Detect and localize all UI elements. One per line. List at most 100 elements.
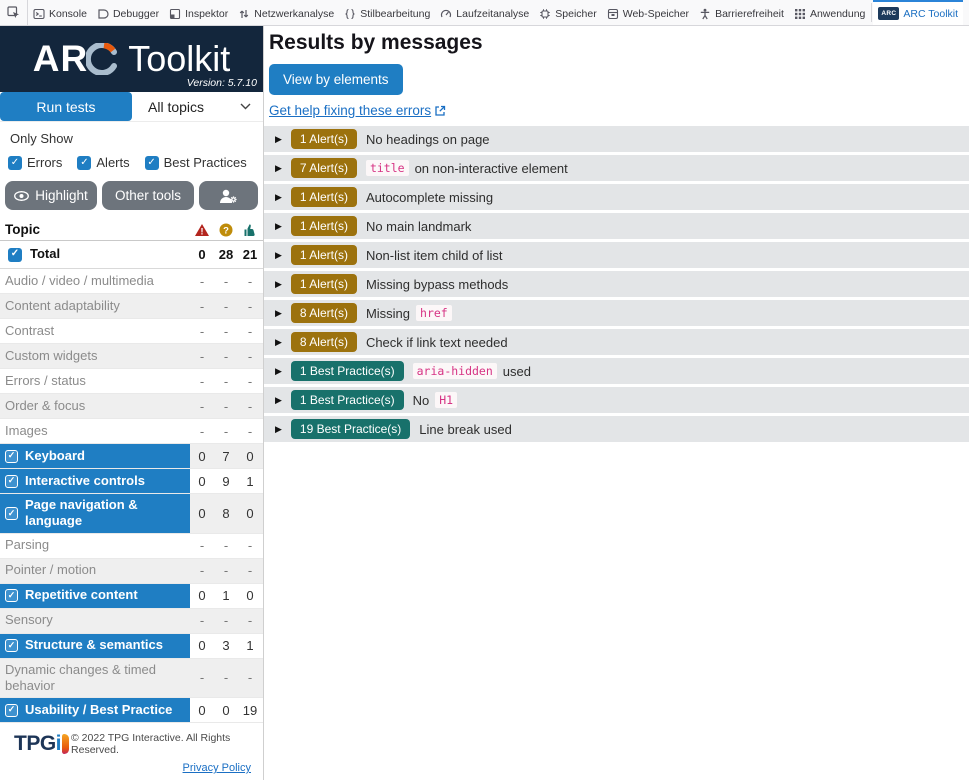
alerts-count: - — [214, 534, 238, 558]
topic-row-usability[interactable]: ✓Usability / Best Practice 0 0 19 — [0, 698, 263, 723]
message-row[interactable]: ▶ 1 Alert(s) Non-list item child of list — [264, 242, 969, 268]
expand-arrow-icon[interactable]: ▶ — [275, 308, 282, 319]
tab-arc-toolkit[interactable]: ARC ARC Toolkit — [873, 0, 963, 25]
message-row[interactable]: ▶ 1 Alert(s) No main landmark — [264, 213, 969, 239]
expand-arrow-icon[interactable]: ▶ — [275, 250, 282, 261]
tab-memory[interactable]: Speicher — [534, 0, 601, 25]
expand-arrow-icon[interactable]: ▶ — [275, 163, 282, 174]
tab-performance[interactable]: Laufzeitanalyse — [435, 0, 534, 25]
expand-arrow-icon[interactable]: ▶ — [275, 337, 282, 348]
expand-arrow-icon[interactable]: ▶ — [275, 424, 282, 435]
message-row[interactable]: ▶ 1 Alert(s) Missing bypass methods — [264, 271, 969, 297]
topic-label: Usability / Best Practice — [25, 702, 172, 718]
message-row[interactable]: ▶ 1 Best Practice(s) No H1 — [264, 387, 969, 413]
message-row[interactable]: ▶ 8 Alert(s) Missing href — [264, 300, 969, 326]
topic-row[interactable]: Custom widgets - - - — [0, 344, 263, 369]
alert-badge: 1 Alert(s) — [291, 274, 357, 294]
alert-badge: 1 Alert(s) — [291, 129, 357, 149]
topic-row-structure-semantics[interactable]: ✓Structure & semantics 0 3 1 — [0, 634, 263, 659]
message-row[interactable]: ▶ 1 Best Practice(s) aria-hidden used — [264, 358, 969, 384]
best-practice-badge: 19 Best Practice(s) — [291, 419, 410, 439]
best-practice-badge: 1 Best Practice(s) — [291, 361, 404, 381]
tab-inspector[interactable]: Inspektor — [164, 0, 233, 25]
message-text: Line break used — [419, 422, 512, 437]
topic-row[interactable]: Parsing - - - — [0, 534, 263, 559]
topic-table: ✓ Total 0 28 21 Audio / video / multimed… — [0, 241, 263, 723]
gauge-icon — [440, 8, 452, 20]
topic-table-header: Topic ! ? — [0, 219, 263, 241]
message-row[interactable]: ▶ 7 Alert(s) title on non-interactive el… — [264, 155, 969, 181]
topic-label: Sensory — [5, 612, 53, 628]
filter-label: Best Practices — [164, 155, 247, 170]
tab-style-editor[interactable]: Stilbearbeitung — [339, 0, 435, 25]
topic-row[interactable]: Order & focus - - - — [0, 394, 263, 419]
tab-label: Debugger — [113, 8, 159, 20]
best-count: 21 — [238, 241, 262, 268]
storage-icon — [607, 8, 619, 20]
topic-row-keyboard[interactable]: ✓Keyboard 0 7 0 — [0, 444, 263, 469]
topic-row[interactable]: Sensory - - - — [0, 609, 263, 634]
expand-arrow-icon[interactable]: ▶ — [275, 134, 282, 145]
topic-label: Pointer / motion — [5, 562, 96, 578]
tab-debugger[interactable]: Debugger — [92, 0, 164, 25]
alerts-count: 0 — [214, 698, 238, 722]
inspector-icon — [169, 8, 181, 20]
expand-arrow-icon[interactable]: ▶ — [275, 366, 282, 377]
alerts-count: - — [214, 419, 238, 443]
svg-text:!: ! — [201, 226, 204, 236]
topic-row-interactive-controls[interactable]: ✓Interactive controls 0 9 1 — [0, 469, 263, 494]
filter-best-practices[interactable]: ✓ Best Practices — [145, 155, 247, 170]
best-count: 0 — [238, 444, 262, 468]
errors-count: 0 — [190, 634, 214, 658]
message-text: Check if link text needed — [366, 335, 508, 350]
best-count: - — [238, 419, 262, 443]
topic-row-total[interactable]: ✓ Total 0 28 21 — [0, 241, 263, 269]
user-settings-button[interactable] — [199, 181, 258, 210]
topic-row[interactable]: Images - - - — [0, 419, 263, 444]
version-label: Version: 5.7.10 — [187, 77, 257, 89]
topic-row[interactable]: Dynamic changes & timed behavior - - - — [0, 659, 263, 699]
message-text-part: Line break used — [419, 422, 512, 437]
tab-console[interactable]: Konsole — [28, 0, 92, 25]
topics-select[interactable]: All topics — [132, 92, 263, 121]
tab-storage[interactable]: Web-Speicher — [602, 0, 694, 25]
tab-application[interactable]: Anwendung — [789, 0, 870, 25]
topic-row[interactable]: Contrast - - - — [0, 319, 263, 344]
expand-arrow-icon[interactable]: ▶ — [275, 279, 282, 290]
view-by-elements-button[interactable]: View by elements — [269, 64, 403, 95]
message-text-part: Check if link text needed — [366, 335, 508, 350]
errors-column-icon: ! — [190, 223, 214, 237]
expand-arrow-icon[interactable]: ▶ — [275, 221, 282, 232]
expand-arrow-icon[interactable]: ▶ — [275, 192, 282, 203]
privacy-policy-link[interactable]: Privacy Policy — [183, 762, 251, 774]
tab-accessibility[interactable]: Barrierefreiheit — [694, 0, 789, 25]
alerts-count: - — [214, 319, 238, 343]
topic-row[interactable]: Pointer / motion - - - — [0, 559, 263, 584]
alert-badge: 1 Alert(s) — [291, 245, 357, 265]
message-row[interactable]: ▶ 8 Alert(s) Check if link text needed — [264, 329, 969, 355]
topic-row[interactable]: Errors / status - - - — [0, 369, 263, 394]
checkbox-checked-icon: ✓ — [5, 475, 18, 488]
topic-row[interactable]: Content adaptability - - - — [0, 294, 263, 319]
run-tests-button[interactable]: Run tests — [0, 92, 132, 121]
expand-arrow-icon[interactable]: ▶ — [275, 395, 282, 406]
pick-element-button[interactable] — [0, 0, 28, 25]
topic-row-repetitive-content[interactable]: ✓Repetitive content 0 1 0 — [0, 584, 263, 609]
warning-triangle-icon: ! — [194, 223, 210, 237]
message-row[interactable]: ▶ 1 Alert(s) No headings on page — [264, 126, 969, 152]
topic-label: Dynamic changes & timed behavior — [5, 662, 185, 695]
other-tools-button[interactable]: Other tools — [102, 181, 194, 210]
get-help-link[interactable]: Get help fixing these errors — [269, 103, 446, 118]
message-row[interactable]: ▶ 1 Alert(s) Autocomplete missing — [264, 184, 969, 210]
topics-select-value: All topics — [148, 99, 204, 115]
highlight-button[interactable]: Highlight — [5, 181, 97, 210]
best-count: - — [238, 269, 262, 293]
filter-errors[interactable]: ✓ Errors — [8, 155, 62, 170]
filter-alerts[interactable]: ✓ Alerts — [77, 155, 129, 170]
topic-row[interactable]: Audio / video / multimedia - - - — [0, 269, 263, 294]
accessibility-person-icon — [699, 8, 711, 20]
message-row[interactable]: ▶ 19 Best Practice(s) Line break used — [264, 416, 969, 442]
errors-count: 0 — [190, 444, 214, 468]
tab-network[interactable]: Netzwerkanalyse — [233, 0, 339, 25]
topic-row-page-navigation[interactable]: ✓Page navigation & language 0 8 0 — [0, 494, 263, 534]
